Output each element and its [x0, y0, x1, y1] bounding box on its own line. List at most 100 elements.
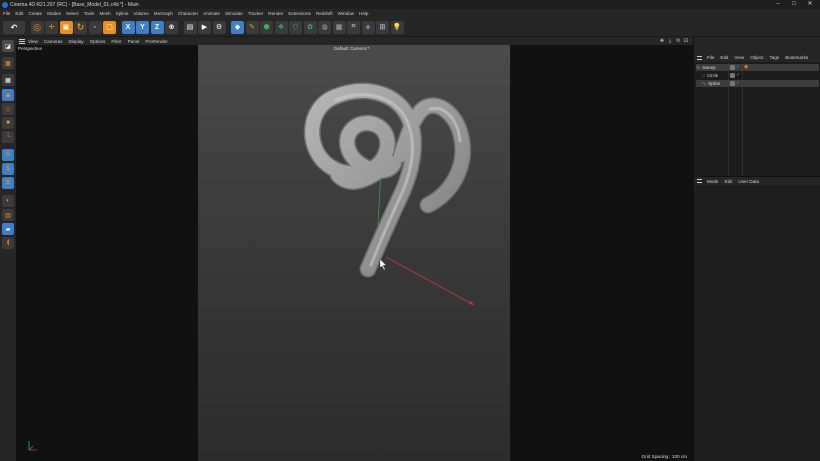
close-button[interactable]: ✕: [802, 0, 818, 9]
array-button[interactable]: ❖: [274, 20, 288, 34]
y-axis-lock-button[interactable]: Y: [136, 20, 149, 34]
menu-create[interactable]: Create: [28, 11, 42, 16]
menu-tools[interactable]: Tools: [84, 11, 95, 16]
menu-help[interactable]: Help: [359, 11, 368, 16]
render-settings-button[interactable]: ⚙: [212, 20, 226, 34]
scene-floor-button[interactable]: ✿: [303, 20, 317, 34]
z-axis-lock-button[interactable]: Z: [150, 20, 164, 34]
light-button[interactable]: 💡: [390, 20, 404, 34]
rotate-tool-button[interactable]: ↻: [74, 20, 87, 34]
field-button[interactable]: ◍: [318, 20, 331, 34]
object-row-sweep[interactable]: ⊖ Sweep ✓ ◉: [696, 64, 819, 71]
locked-workplane-button[interactable]: ▥: [2, 209, 14, 221]
orbit-icon[interactable]: ⟲: [674, 38, 682, 44]
model-mode-button[interactable]: ▩: [2, 57, 14, 69]
texture-mode-button[interactable]: ▦: [2, 74, 14, 86]
viewport-menu-cameras[interactable]: Cameras: [44, 39, 63, 44]
x-axis-lock-button[interactable]: X: [121, 20, 135, 34]
points-mode-button[interactable]: ◆: [2, 89, 14, 101]
object-row-circle[interactable]: ○ Circle ✓: [696, 72, 819, 79]
bend-deformer-button[interactable]: ⬡: [289, 20, 302, 34]
move-tool-button[interactable]: ✛: [45, 20, 58, 34]
grid-display-button[interactable]: ⊞: [376, 20, 389, 34]
sweep-model[interactable]: [16, 45, 693, 461]
viewport-menu-prorender[interactable]: ProRender: [145, 39, 167, 44]
workplane-button[interactable]: ◐: [2, 195, 14, 207]
enabled-check-icon[interactable]: ✓: [736, 80, 740, 86]
enabled-check-icon[interactable]: ✓: [736, 72, 740, 78]
enable-axis-button[interactable]: S: [2, 149, 14, 161]
toggle-layout-icon[interactable]: ⊡: [682, 38, 690, 44]
snap-button[interactable]: S: [2, 163, 14, 175]
material-button[interactable]: ◈: [361, 20, 375, 34]
menu-volume[interactable]: Volume: [133, 11, 148, 16]
perspective-viewport[interactable]: Perspective Default Camera:* Grid Spacin…: [16, 45, 693, 461]
render-view-button[interactable]: ▶: [198, 20, 211, 34]
menu-tracker[interactable]: Tracker: [248, 11, 263, 16]
object-manager-hamburger-icon[interactable]: [697, 55, 702, 60]
om-menu-edit[interactable]: Edit: [720, 55, 728, 60]
uv-mode-button[interactable]: └: [2, 131, 14, 143]
camera-button[interactable]: ▦: [332, 20, 346, 34]
material-tag-icon[interactable]: ◉: [744, 64, 748, 70]
menu-spline[interactable]: Spline: [116, 11, 129, 16]
menu-character[interactable]: Character: [178, 11, 198, 16]
viewport-menu-filter[interactable]: Filter: [111, 39, 121, 44]
menu-extensions[interactable]: Extensions: [288, 11, 310, 16]
pan-icon[interactable]: ✥: [658, 38, 666, 44]
solo-button[interactable]: ⟬: [2, 237, 14, 249]
scale-tool-button[interactable]: ▣: [59, 20, 73, 34]
minimize-button[interactable]: –: [770, 0, 786, 9]
om-menu-view[interactable]: View: [734, 55, 744, 60]
am-menu-user-data[interactable]: User Data: [738, 179, 759, 184]
world-coordinates-button[interactable]: ⊕: [165, 20, 178, 34]
enabled-check-icon[interactable]: ✓: [736, 64, 740, 70]
attribute-manager-hamburger-icon[interactable]: [697, 179, 702, 183]
menu-mograph[interactable]: MoGraph: [154, 11, 173, 16]
make-editable-button[interactable]: ◪: [2, 40, 14, 52]
viewport-hamburger-icon[interactable]: [19, 38, 25, 44]
polygons-mode-button[interactable]: ■: [2, 117, 14, 129]
viewport-menu-view[interactable]: View: [28, 39, 38, 44]
object-row-spline[interactable]: ∿ Spline ✓: [696, 80, 819, 87]
viewport-menu-options[interactable]: Options: [90, 39, 106, 44]
visibility-toggle[interactable]: [730, 81, 735, 86]
maximize-button[interactable]: □: [786, 0, 802, 9]
edges-mode-button[interactable]: ◇: [2, 103, 14, 115]
am-menu-mode[interactable]: Mode: [707, 179, 719, 184]
subdivision-surface-button[interactable]: ⬢: [260, 20, 273, 34]
undo-redo-button[interactable]: ↶: [3, 20, 25, 34]
coordinate-system-button[interactable]: ▢: [103, 20, 116, 34]
menu-edit[interactable]: Edit: [15, 11, 23, 16]
om-menu-object[interactable]: Object: [750, 55, 763, 60]
am-menu-edit[interactable]: Edit: [725, 179, 733, 184]
object-list[interactable]: ⊖ Sweep ✓ ◉ ○ Circle ✓ ∿ Spline ✓: [694, 62, 820, 176]
planar-workplane-button[interactable]: ▰: [2, 223, 14, 235]
viewport-menu-panel[interactable]: Panel: [128, 39, 140, 44]
environment-button[interactable]: ⌗: [347, 20, 360, 34]
menu-mesh[interactable]: Mesh: [99, 11, 110, 16]
cube-primitive-button[interactable]: ◆: [231, 20, 244, 34]
menu-select[interactable]: Select: [66, 11, 79, 16]
om-menu-tags[interactable]: Tags: [769, 55, 779, 60]
menu-render[interactable]: Render: [268, 11, 283, 16]
om-menu-file[interactable]: File: [707, 55, 714, 60]
dolly-icon[interactable]: ⤓: [666, 38, 674, 44]
texture-icon: ▦: [5, 77, 11, 84]
menu-window[interactable]: Window: [338, 11, 354, 16]
pen-icon: ✎: [249, 24, 255, 31]
menu-file[interactable]: File: [3, 11, 10, 16]
live-selection-button[interactable]: ◎: [30, 20, 44, 34]
om-menu-bookmarks[interactable]: Bookmarks: [785, 55, 808, 60]
viewport-menu-display[interactable]: Display: [69, 39, 84, 44]
menu-simulate[interactable]: Simulate: [225, 11, 243, 16]
render-region-button[interactable]: ▤: [183, 20, 197, 34]
pen-tool-button[interactable]: ✎: [245, 20, 259, 34]
menu-animate[interactable]: Animate: [203, 11, 220, 16]
menu-modes[interactable]: Modes: [47, 11, 61, 16]
visibility-toggle[interactable]: [730, 73, 735, 78]
visibility-toggle[interactable]: [730, 65, 735, 70]
snap-settings-button[interactable]: S: [2, 177, 14, 189]
recent-tool-button[interactable]: ▪: [88, 20, 102, 34]
menu-redshift[interactable]: Redshift: [316, 11, 333, 16]
